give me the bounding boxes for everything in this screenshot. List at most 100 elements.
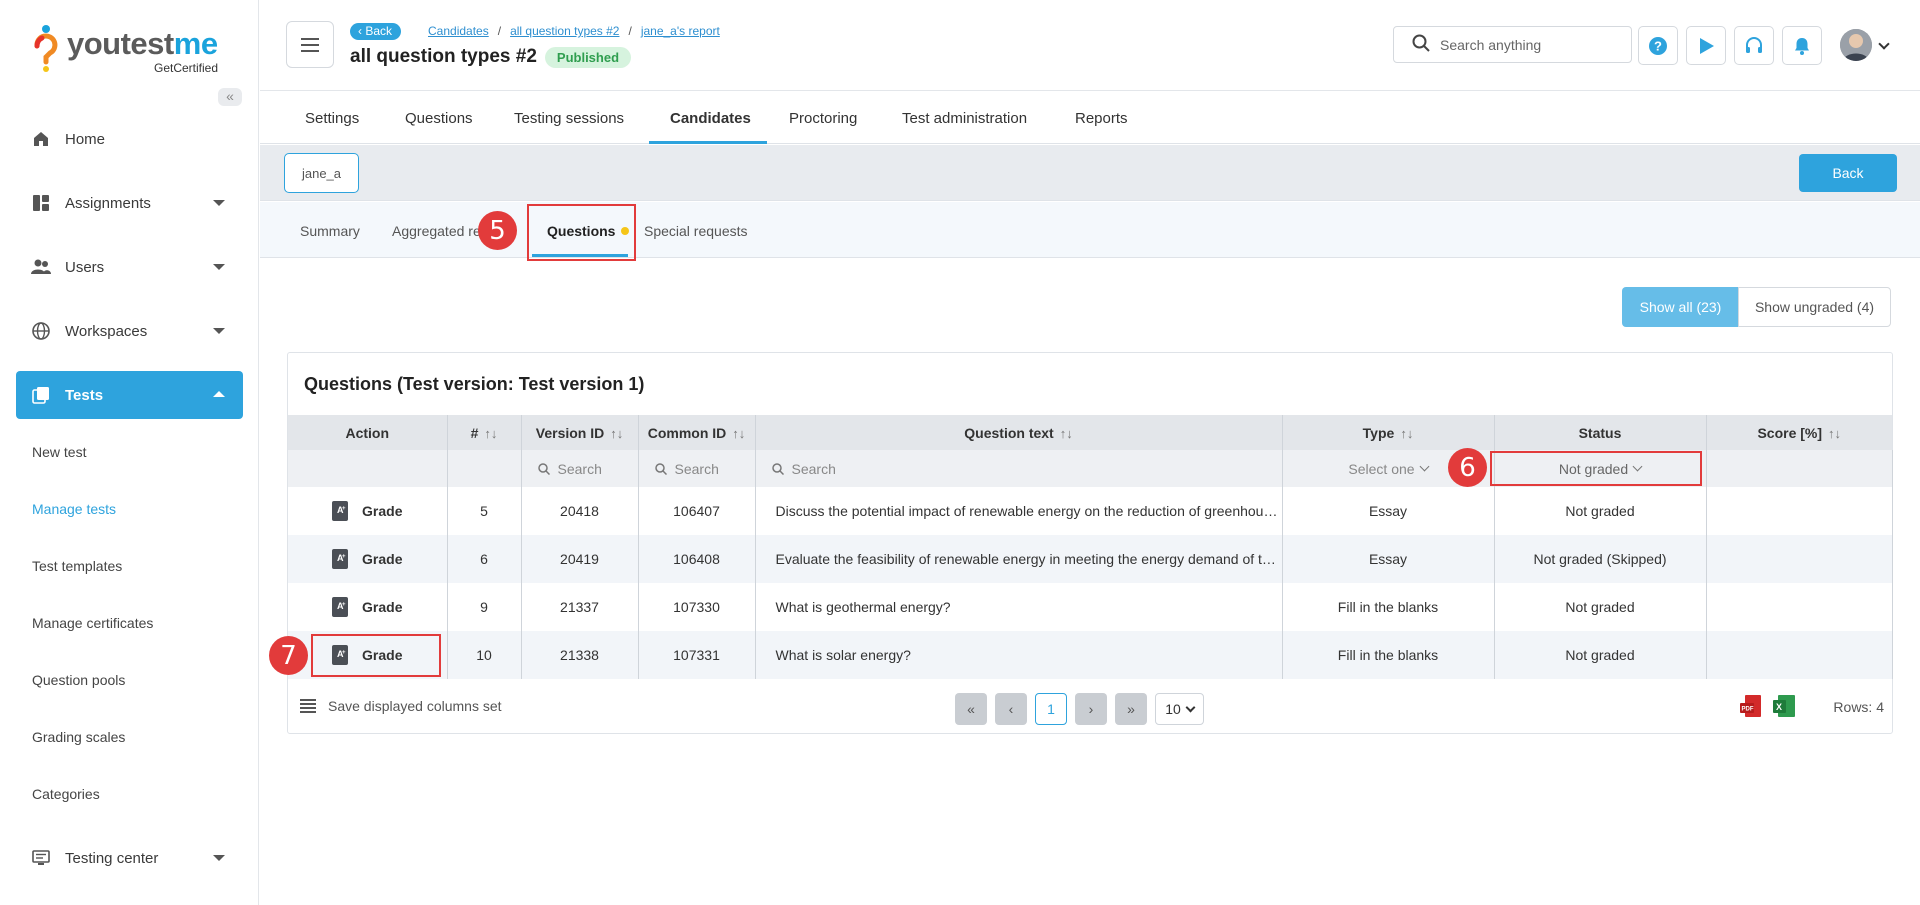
questions-panel: Questions (Test version: Test version 1)… (287, 352, 1893, 734)
question-type: Fill in the blanks (1282, 583, 1495, 631)
sidebar-subitem-manage-certificates[interactable]: Manage certificates (32, 615, 153, 631)
column-header-number[interactable]: # ↑↓ (447, 415, 522, 450)
column-header-common-id[interactable]: Common ID ↑↓ (638, 415, 756, 450)
tab-candidates[interactable]: Candidates (670, 110, 751, 127)
tab-proctoring[interactable]: Proctoring (789, 110, 857, 127)
version-id: 21337 (521, 583, 639, 631)
annotation-box-5 (527, 204, 636, 261)
logo-mark-icon (34, 25, 58, 72)
column-header-question-text[interactable]: Question text ↑↓ (755, 415, 1283, 450)
sidebar-item-label: Assignments (65, 194, 151, 212)
sidebar-subitem-question-pools[interactable]: Question pools (32, 672, 125, 688)
sort-icon[interactable]: ↑↓ (732, 426, 745, 441)
tab-test-administration[interactable]: Test administration (902, 110, 1027, 127)
first-page-button[interactable]: « (955, 693, 987, 725)
avatar[interactable] (1840, 29, 1872, 61)
common-id: 107330 (638, 583, 756, 631)
sort-icon[interactable]: ↑↓ (1060, 426, 1073, 441)
sort-icon[interactable]: ↑↓ (1828, 426, 1841, 441)
sort-icon[interactable]: ↑↓ (610, 426, 623, 441)
sort-icon[interactable]: ↑↓ (1400, 426, 1413, 441)
breadcrumb-test[interactable]: all question types #2 (510, 24, 619, 38)
status-badge: Published (544, 46, 632, 68)
breadcrumb-candidates[interactable]: Candidates (428, 24, 489, 38)
help-button[interactable]: ? (1638, 26, 1678, 65)
next-page-button[interactable]: › (1075, 693, 1107, 725)
back-pill-button[interactable]: ‹ Back (350, 23, 402, 40)
version-id-filter-input[interactable]: Search (521, 450, 639, 487)
table-row: A + Grade 10 21338 107331 What is solar en… (288, 631, 1893, 679)
tab-summary[interactable]: Summary (300, 223, 360, 239)
grade-button[interactable]: A + Grade (288, 535, 448, 583)
sidebar-subitem-categories[interactable]: Categories (32, 786, 100, 802)
grade-status: Not graded (Skipped) (1494, 535, 1707, 583)
collapse-sidebar-button[interactable]: « (218, 88, 242, 106)
sidebar-subitem-manage-tests[interactable]: Manage tests (32, 501, 116, 517)
excel-export-icon[interactable]: X (1773, 695, 1797, 721)
play-button[interactable] (1686, 26, 1726, 65)
page-size-select[interactable]: 10 (1155, 693, 1204, 725)
common-id-filter-input[interactable]: Search (638, 450, 756, 487)
sidebar-subitem-grading-scales[interactable]: Grading scales (32, 729, 125, 745)
logo[interactable]: youtestme GetCertified (33, 24, 233, 76)
filter-cell-empty (447, 450, 522, 487)
sidebar-subitem-test-templates[interactable]: Test templates (32, 558, 122, 574)
candidate-chip[interactable]: jane_a (284, 153, 359, 193)
column-header-status: Status (1494, 415, 1707, 450)
previous-page-button[interactable]: ‹ (995, 693, 1027, 725)
sidebar-item-users[interactable]: Users (16, 243, 243, 291)
column-header-version-id[interactable]: Version ID ↑↓ (521, 415, 639, 450)
question-text-filter-input[interactable]: Search (755, 450, 1283, 487)
notifications-button[interactable] (1782, 26, 1822, 65)
chevron-down-icon[interactable] (1878, 38, 1890, 50)
show-all-button[interactable]: Show all (23) (1622, 287, 1739, 327)
breadcrumb-report[interactable]: jane_a's report (641, 24, 720, 38)
question-type: Essay (1282, 535, 1495, 583)
svg-text:?: ? (1654, 38, 1662, 53)
annotation-box-6 (1490, 451, 1702, 486)
tab-settings[interactable]: Settings (305, 110, 359, 127)
grade-button[interactable]: A + Grade (288, 487, 448, 535)
sidebar-item-assignments[interactable]: Assignments (16, 179, 243, 227)
row-number: 9 (447, 583, 522, 631)
sidebar-item-label: Testing center (65, 849, 159, 867)
tab-questions[interactable]: Questions (405, 110, 473, 127)
pdf-export-icon[interactable]: PDF (1740, 695, 1764, 721)
chevron-down-icon (213, 328, 225, 334)
last-page-button[interactable]: » (1115, 693, 1147, 725)
globe-icon (31, 321, 51, 341)
tab-special-requests[interactable]: Special requests (644, 223, 748, 239)
svg-text:+: + (342, 506, 346, 512)
table-header-row: Action # ↑↓ Version ID ↑↓ Common ID ↑↓ Ques… (288, 415, 1892, 450)
support-button[interactable] (1734, 26, 1774, 65)
chevron-down-icon (213, 264, 225, 270)
sort-icon[interactable]: ↑↓ (484, 426, 497, 441)
sidebar-item-tests[interactable]: Tests (16, 371, 243, 419)
save-columns-button[interactable]: Save displayed columns set (300, 698, 502, 714)
sidebar-item-testing-center[interactable]: Testing center (16, 834, 243, 882)
menu-toggle-button[interactable] (286, 21, 334, 68)
common-id: 107331 (638, 631, 756, 679)
tab-testing-sessions[interactable]: Testing sessions (514, 110, 624, 127)
grade-button[interactable]: A + Grade (288, 583, 448, 631)
question-text: What is geothermal energy? (755, 583, 1283, 631)
search-placeholder: Search anything (1440, 36, 1542, 53)
show-ungraded-button[interactable]: Show ungraded (4) (1738, 287, 1891, 327)
sidebar-item-home[interactable]: Home (16, 115, 243, 163)
sidebar-subitem-new-test[interactable]: New test (32, 444, 86, 460)
tab-aggregated-report[interactable]: Aggregated re (392, 223, 481, 239)
annotation-marker-5: 5 (478, 211, 517, 250)
sidebar-item-workspaces[interactable]: Workspaces (16, 307, 243, 355)
tab-reports[interactable]: Reports (1075, 110, 1128, 127)
back-button[interactable]: Back (1799, 154, 1897, 192)
common-id: 106408 (638, 535, 756, 583)
page-button-current[interactable]: 1 (1035, 693, 1067, 725)
global-search-input[interactable]: Search anything (1393, 26, 1632, 63)
version-id: 20419 (521, 535, 639, 583)
search-icon (1412, 34, 1430, 55)
column-header-score[interactable]: Score [%] ↑↓ (1706, 415, 1892, 450)
filter-cell-empty (1706, 450, 1893, 487)
column-header-action: Action (288, 415, 448, 450)
breadcrumb: Candidates / all question types #2/jane_a'… (428, 24, 720, 38)
column-header-type[interactable]: Type ↑↓ (1282, 415, 1495, 450)
